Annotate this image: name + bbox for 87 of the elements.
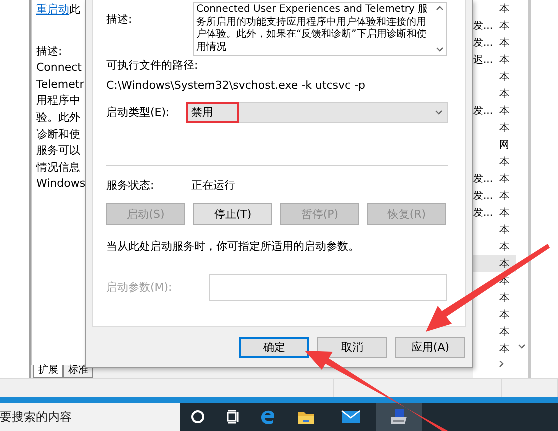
list-row[interactable]: 发... 本 xyxy=(473,204,516,221)
folder-icon xyxy=(297,409,315,425)
list-cell: 发... xyxy=(473,174,494,184)
list-row[interactable]: 发... 本 xyxy=(473,187,516,204)
list-row[interactable]: 发... 本 xyxy=(473,17,516,34)
list-row[interactable]: 本 xyxy=(473,306,516,323)
list-row[interactable]: 本 xyxy=(473,153,516,170)
scroll-right-icon[interactable] xyxy=(498,360,506,366)
description-line: 服务可以 xyxy=(36,144,80,158)
startup-type-label: 启动类型(E): xyxy=(106,105,171,120)
list-row[interactable]: 网 xyxy=(473,136,516,153)
list-cell-text: 本 xyxy=(499,190,510,202)
scroll-down-icon[interactable] xyxy=(436,47,444,53)
list-cell-text: 本 xyxy=(499,224,510,236)
list-cell-text: 本 xyxy=(499,342,510,356)
dropdown-caret-icon[interactable] xyxy=(435,110,444,116)
restart-text: 此 xyxy=(69,3,80,16)
service-button[interactable]: 停止(T) xyxy=(193,203,272,225)
list-row[interactable]: 发... 本 xyxy=(473,170,516,187)
list-cell-text: 本 xyxy=(499,122,510,134)
list-row[interactable]: 发... 本 xyxy=(473,102,516,119)
mail-icon xyxy=(341,410,361,424)
list-row[interactable]: 迟... 本 xyxy=(473,51,516,68)
list-cell-text: 本 xyxy=(499,326,510,338)
restart-link[interactable]: 重启动 xyxy=(36,3,70,16)
description-line: 情况信息 xyxy=(36,160,80,174)
list-cell-text: 本 xyxy=(499,88,510,100)
scroll-down-icon[interactable] xyxy=(518,344,526,350)
startup-type-select[interactable]: 禁用 xyxy=(186,102,448,123)
description-text: Connected User Experiences and Telemetry 服务所启用的功能支持应用程序中用户体验和连接的用户体验。此外，如果在“反馈和诊断”下启用诊断和使用情况 xyxy=(195,3,430,54)
status-label: 服务状态: xyxy=(106,178,156,193)
start-params-field[interactable] xyxy=(209,274,448,301)
executable-path: C:\Windows\System32\svchost.exe -k utcsvc -p xyxy=(106,79,366,92)
list-cell-text: 本 xyxy=(499,156,510,168)
list-row[interactable]: 本 xyxy=(473,323,516,340)
list-row[interactable]: 本 xyxy=(473,119,516,136)
search-box[interactable]: 要搜索的内容 xyxy=(0,403,180,431)
description-line: 验。此外 xyxy=(36,110,80,124)
scroll-up-icon[interactable] xyxy=(436,5,444,11)
description-line: Telemetr xyxy=(36,78,84,91)
view-tab[interactable]: 扩展 xyxy=(33,365,64,378)
description-line: Windows xyxy=(36,177,86,190)
list-cell-text: 本 xyxy=(499,54,510,66)
description-line: 诊断和使 xyxy=(36,128,80,141)
list-row[interactable]: 本 xyxy=(473,255,516,272)
list-cell-text: 本 xyxy=(499,240,510,254)
task-view-icon xyxy=(226,410,240,424)
list-row[interactable]: 发... 本 xyxy=(473,34,516,51)
list-row[interactable]: 本 xyxy=(473,238,516,255)
list-row[interactable]: 本 xyxy=(473,340,516,357)
list-cell: 发... xyxy=(473,190,494,202)
list-cell-text: 本 xyxy=(499,172,510,186)
status-value: 正在运行 xyxy=(191,178,236,193)
list-cell-text: 本 xyxy=(499,258,510,270)
list-cell-text: 本 xyxy=(499,20,510,32)
list-cell-text: 本 xyxy=(499,308,510,322)
list-cell-text: 本 xyxy=(499,2,510,16)
circle-icon xyxy=(191,410,205,424)
list-cell-text: 本 xyxy=(499,36,510,50)
list-row[interactable]: 本 xyxy=(473,221,516,238)
startup-type-value: 禁用 xyxy=(186,102,240,123)
list-cell-text: 本 xyxy=(499,104,510,118)
list-row[interactable]: 本 xyxy=(473,289,516,306)
list-cell: 迟... xyxy=(473,54,494,66)
list-row[interactable]: 本 xyxy=(473,0,516,17)
description-line: 用程序中 xyxy=(36,94,80,108)
list-cell-text: 网 xyxy=(499,138,510,152)
description-label: 描述: xyxy=(36,44,62,58)
description-line: Connect xyxy=(36,61,82,74)
list-row[interactable]: 本 xyxy=(473,85,516,102)
description-label: 描述: xyxy=(106,12,134,27)
list-cell: 发... xyxy=(473,106,494,116)
path-label: 可执行文件的路径: xyxy=(106,58,198,73)
list-cell: 发... xyxy=(473,208,494,218)
list-row[interactable]: 本 xyxy=(473,68,516,85)
hint-text: 当从此处启动服务时，你可指定所适用的启动参数。 xyxy=(106,239,360,254)
list-cell: 发... xyxy=(473,20,494,32)
printer-icon xyxy=(389,408,409,426)
dialog-button[interactable]: 取消 xyxy=(317,337,388,358)
browser-icon xyxy=(260,409,276,425)
start-params-label: 启动参数(M): xyxy=(106,280,174,295)
list-cell-text: 本 xyxy=(499,70,510,84)
list-cell-text: 本 xyxy=(499,292,510,304)
dialog-button[interactable]: 确定 xyxy=(239,337,310,358)
list-cell-text: 本 xyxy=(499,206,510,220)
dialog-button[interactable]: 应用(A) xyxy=(395,337,466,358)
list-cell: 发... xyxy=(473,38,494,48)
